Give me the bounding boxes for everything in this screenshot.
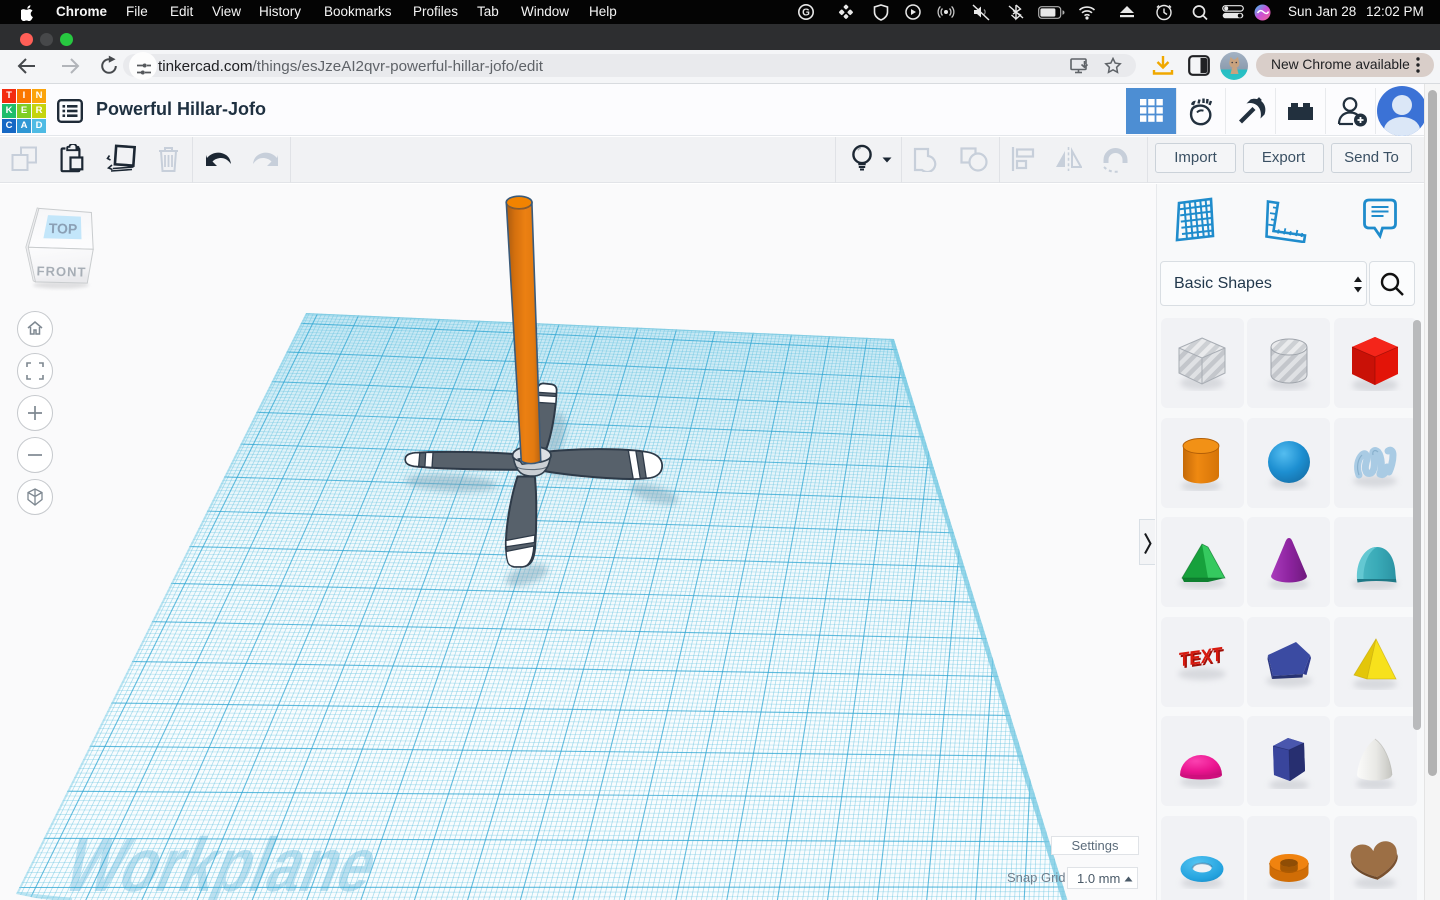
svg-text:TOP: TOP — [48, 220, 77, 237]
svg-text:G: G — [802, 8, 810, 19]
svg-text:FRONT: FRONT — [36, 263, 86, 279]
